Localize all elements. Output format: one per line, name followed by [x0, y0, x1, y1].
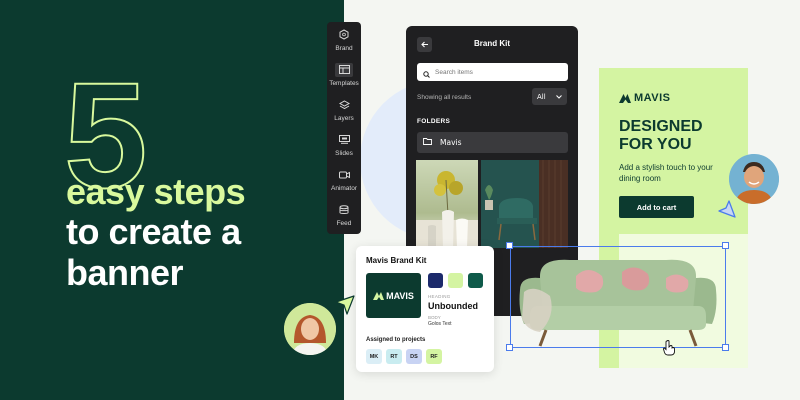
hero-line-1: easy steps — [66, 171, 246, 212]
filter-value: All — [537, 92, 546, 101]
project-chip[interactable]: MK — [366, 349, 382, 364]
assigned-projects-label: Assigned to projects — [366, 337, 426, 343]
banner-brand-text: MAVIS — [634, 92, 671, 104]
sidebar-item-animator[interactable]: Animator — [327, 162, 361, 197]
image-thumbnail-vases[interactable] — [416, 160, 478, 248]
project-chip[interactable]: DS — [406, 349, 422, 364]
folders-heading: FOLDERS — [417, 118, 451, 125]
selection-box — [510, 246, 726, 348]
sidebar-item-label: Animator — [330, 184, 357, 192]
pointer-cursor-icon — [334, 294, 356, 320]
mavis-logo-mark-icon — [373, 291, 385, 300]
body-font-label: BODY — [428, 315, 441, 320]
sidebar-item-label: Brand — [335, 44, 353, 52]
collaborator-avatar-woman — [284, 303, 336, 355]
project-chip[interactable]: RF — [426, 349, 442, 364]
mavis-logo-mark-icon — [619, 93, 631, 103]
sidebar-item-feed[interactable]: Feed — [327, 197, 361, 232]
resize-handle-bottom-left[interactable] — [506, 344, 513, 351]
heading-font-name: Unbounded — [428, 301, 478, 311]
banner-headline-line-1: DESIGNED — [619, 118, 703, 135]
sidebar-item-brand[interactable]: Brand — [327, 22, 361, 57]
banner-headline-line-2: FOR YOU — [619, 135, 692, 153]
project-chip[interactable]: RT — [386, 349, 402, 364]
heading-font-label: HEADING — [428, 294, 451, 299]
resize-handle-top-right[interactable] — [722, 242, 729, 249]
hand-cursor-icon — [662, 340, 676, 360]
banner-headline: DESIGNED FOR YOU — [619, 118, 703, 153]
templates-icon — [335, 62, 353, 77]
sidebar-item-layers[interactable]: Layers — [327, 92, 361, 127]
pointer-cursor-icon — [717, 199, 737, 223]
video-camera-icon — [335, 168, 353, 182]
chevron-down-icon — [556, 93, 562, 101]
folder-item-mavis[interactable]: Mavis — [417, 132, 568, 153]
search-icon — [423, 63, 430, 82]
slides-icon — [335, 133, 353, 147]
card-title: Mavis Brand Kit — [366, 256, 427, 265]
database-icon — [335, 203, 353, 217]
panel-title: Brand Kit — [474, 39, 510, 48]
sidebar-item-templates[interactable]: Templates — [327, 57, 361, 92]
image-thumbnail-chair[interactable] — [481, 160, 568, 248]
hero-line-2: to create a — [66, 211, 241, 252]
sofa-image-selected[interactable] — [506, 242, 729, 351]
results-text: Showing all results — [417, 94, 472, 101]
collaborator-avatar-man — [729, 154, 779, 204]
color-swatch-navy[interactable] — [428, 273, 443, 288]
sidebar-item-slides[interactable]: Slides — [327, 127, 361, 162]
resize-handle-bottom-right[interactable] — [722, 344, 729, 351]
sidebar-item-label: Templates — [329, 79, 359, 87]
add-to-cart-button[interactable]: Add to cart — [619, 196, 694, 218]
resize-handle-top-left[interactable] — [506, 242, 513, 249]
sidebar-item-label: Layers — [334, 114, 354, 122]
banner-subtext: Add a stylish touch to your dining room — [619, 163, 713, 183]
sidebar-item-label: Feed — [336, 219, 352, 227]
hero-line-3: banner — [66, 252, 184, 293]
hexagon-icon — [335, 28, 353, 42]
logo-text: MAVIS — [386, 290, 414, 301]
mavis-logo: MAVIS — [366, 273, 421, 318]
color-swatch-green[interactable] — [468, 273, 483, 288]
folder-icon — [423, 137, 432, 148]
banner-brand: MAVIS — [619, 92, 671, 104]
filter-dropdown[interactable]: All — [532, 88, 567, 105]
color-swatch-lime[interactable] — [448, 273, 463, 288]
brand-kit-card[interactable]: Mavis Brand Kit MAVIS HEADING Unbounded … — [356, 246, 494, 372]
search-field[interactable] — [417, 63, 568, 81]
folder-label: Mavis — [440, 138, 462, 147]
layers-icon — [335, 98, 353, 112]
tool-sidebar: Brand Templates Layers Slides Animator F… — [327, 22, 361, 234]
search-input[interactable] — [435, 68, 555, 76]
sidebar-item-label: Slides — [335, 149, 353, 157]
body-font-name: Golos Text — [428, 321, 452, 327]
